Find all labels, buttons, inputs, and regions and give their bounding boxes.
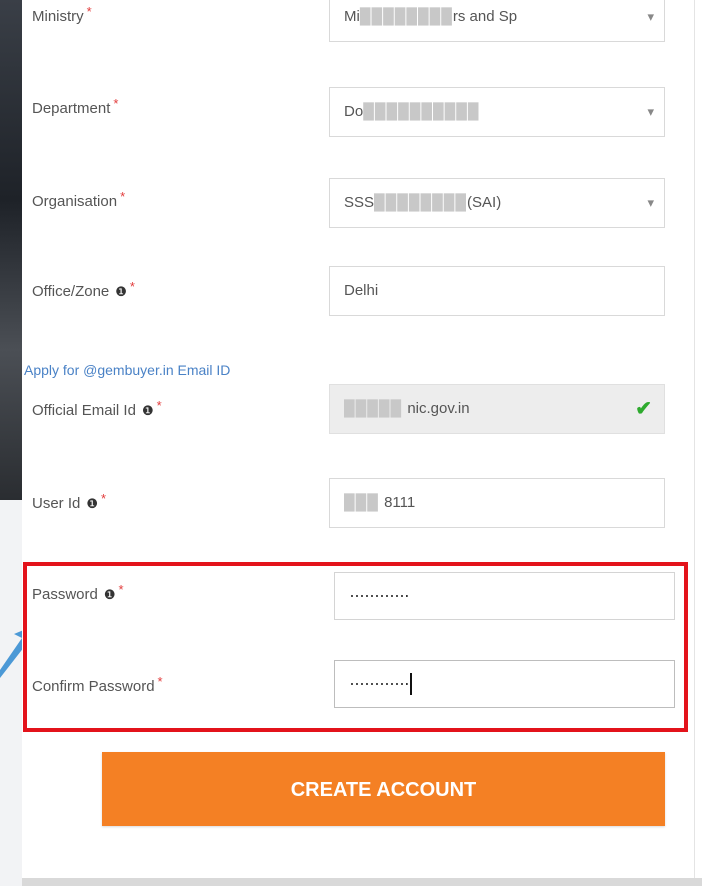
registration-form: Ministry * Mi████████rs and Sp ▾ Departme… bbox=[22, 0, 695, 880]
highlight-box bbox=[23, 562, 688, 732]
official-email-label: Official Email Id ❶ * bbox=[32, 398, 162, 419]
checkmark-icon: ✔ bbox=[635, 398, 652, 420]
info-circle-icon[interactable]: ❶ bbox=[86, 496, 98, 511]
chevron-down-icon: ▾ bbox=[647, 104, 654, 119]
ministry-select[interactable]: Mi████████rs and Sp ▾ bbox=[329, 0, 665, 42]
info-circle-icon[interactable]: ❶ bbox=[142, 403, 154, 418]
chevron-down-icon: ▾ bbox=[647, 195, 654, 210]
ministry-label: Ministry * bbox=[32, 4, 92, 25]
official-email-input: █████ nic.gov.in ✔ bbox=[329, 384, 665, 434]
background-panel bbox=[0, 500, 22, 886]
create-account-button[interactable]: CREATE ACCOUNT bbox=[102, 752, 665, 826]
ministry-value: Mi bbox=[344, 8, 360, 25]
organisation-select[interactable]: SSS████████(SAI) ▾ bbox=[329, 178, 665, 228]
apply-email-link[interactable]: Apply for @gembuyer.in Email ID bbox=[24, 362, 230, 378]
background-photo bbox=[0, 0, 22, 500]
user-id-input[interactable]: ███ 8111 bbox=[329, 478, 665, 528]
organisation-label: Organisation * bbox=[32, 189, 126, 210]
organisation-value: SSS bbox=[344, 194, 375, 211]
office-zone-input[interactable]: Delhi bbox=[329, 266, 665, 316]
card-bottom-edge bbox=[22, 878, 702, 886]
department-label: Department * bbox=[32, 96, 119, 117]
chevron-down-icon: ▾ bbox=[647, 9, 654, 24]
office-zone-label: Office/Zone ❶ * bbox=[32, 279, 135, 300]
department-value: Do bbox=[344, 103, 364, 120]
info-circle-icon[interactable]: ❶ bbox=[115, 284, 127, 299]
department-select[interactable]: Do██████████ ▾ bbox=[329, 87, 665, 137]
user-id-label: User Id ❶ * bbox=[32, 491, 107, 512]
